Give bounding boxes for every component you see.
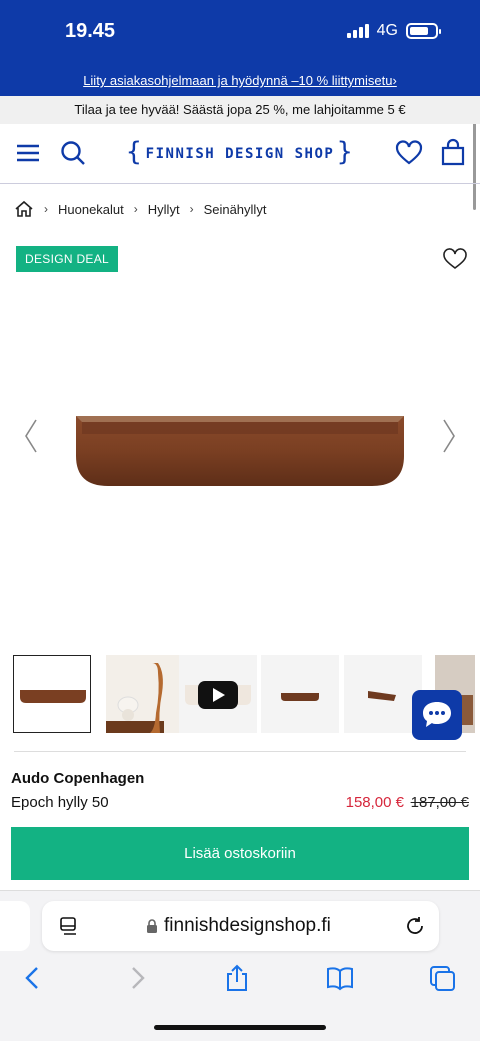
loyalty-program-link[interactable]: Liity asiakasohjelmaan ja hyödynnä –10 %… bbox=[83, 73, 397, 88]
heart-icon[interactable] bbox=[394, 138, 424, 168]
site-header: { FINNISH DESIGN SHOP } bbox=[0, 124, 480, 184]
home-icon[interactable] bbox=[14, 200, 34, 218]
product-image bbox=[76, 416, 404, 486]
logo-text: FINNISH DESIGN SHOP bbox=[145, 146, 335, 162]
search-icon[interactable] bbox=[58, 138, 88, 168]
url-text: finnishdesignshop.fi bbox=[164, 915, 331, 936]
back-icon[interactable] bbox=[18, 963, 48, 993]
product-brand[interactable]: Audo Copenhagen bbox=[11, 770, 144, 787]
offer-bar: Tilaa ja tee hyvää! Säästä jopa 25 %, me… bbox=[0, 96, 480, 124]
site-logo[interactable]: { FINNISH DESIGN SHOP } bbox=[126, 138, 354, 168]
gallery-prev-arrow-icon[interactable] bbox=[22, 416, 40, 456]
reload-icon[interactable] bbox=[404, 915, 426, 937]
bookmarks-icon[interactable] bbox=[325, 963, 355, 993]
signal-icon bbox=[346, 24, 369, 38]
breadcrumb-item-hyllyt[interactable]: Hyllyt bbox=[148, 202, 180, 217]
thumbnail-shelf-front[interactable] bbox=[13, 655, 91, 733]
battery-icon bbox=[406, 23, 441, 39]
reader-mode-icon[interactable] bbox=[58, 915, 80, 937]
breadcrumb-item-huonekalut[interactable]: Huonekalut bbox=[58, 202, 124, 217]
add-to-cart-button[interactable]: Lisää ostoskoriin bbox=[11, 827, 469, 880]
wishlist-heart-icon[interactable] bbox=[442, 247, 468, 271]
breadcrumb-separator: › bbox=[133, 202, 138, 216]
thumbnail-shelf-side[interactable] bbox=[344, 655, 422, 733]
lock-icon bbox=[147, 919, 157, 933]
browser-toolbar: finnishdesignshop.fi bbox=[0, 890, 480, 1041]
home-indicator[interactable] bbox=[154, 1025, 326, 1030]
bag-icon[interactable] bbox=[438, 138, 468, 168]
original-price: 187,00 € bbox=[410, 794, 469, 811]
previous-tab-peek[interactable] bbox=[0, 901, 30, 951]
status-bar: 19.45 4G bbox=[0, 0, 480, 68]
product-name: Epoch hylly 50 bbox=[11, 794, 109, 811]
network-label: 4G bbox=[376, 22, 398, 39]
promo-bar: Liity asiakasohjelmaan ja hyödynnä –10 %… bbox=[0, 68, 480, 96]
menu-icon[interactable] bbox=[13, 138, 43, 168]
chat-bubble-icon bbox=[423, 702, 451, 727]
divider bbox=[14, 751, 466, 752]
gallery-next-arrow-icon[interactable] bbox=[440, 416, 458, 456]
thumbnail-shelf-small[interactable] bbox=[261, 655, 339, 733]
breadcrumb: › Huonekalut › Hyllyt › Seinähyllyt bbox=[14, 198, 266, 220]
breadcrumb-separator: › bbox=[189, 202, 194, 216]
chat-button[interactable] bbox=[412, 690, 462, 740]
address-bar[interactable]: finnishdesignshop.fi bbox=[42, 901, 439, 951]
forward-icon[interactable] bbox=[122, 963, 152, 993]
share-icon[interactable] bbox=[222, 963, 252, 993]
status-indicators: 4G bbox=[346, 22, 441, 40]
sale-price: 158,00 € bbox=[345, 794, 404, 811]
thumbnail-video[interactable] bbox=[179, 655, 257, 733]
thumbnail-strip bbox=[13, 655, 480, 735]
breadcrumb-item-seinahyllyt[interactable]: Seinähyllyt bbox=[204, 202, 267, 217]
thumbnail-lamp-and-figure[interactable] bbox=[106, 655, 184, 733]
tabs-icon[interactable] bbox=[427, 963, 457, 993]
status-time: 19.45 bbox=[65, 20, 116, 42]
breadcrumb-separator: › bbox=[44, 202, 48, 216]
design-deal-badge: DESIGN DEAL bbox=[16, 246, 118, 272]
